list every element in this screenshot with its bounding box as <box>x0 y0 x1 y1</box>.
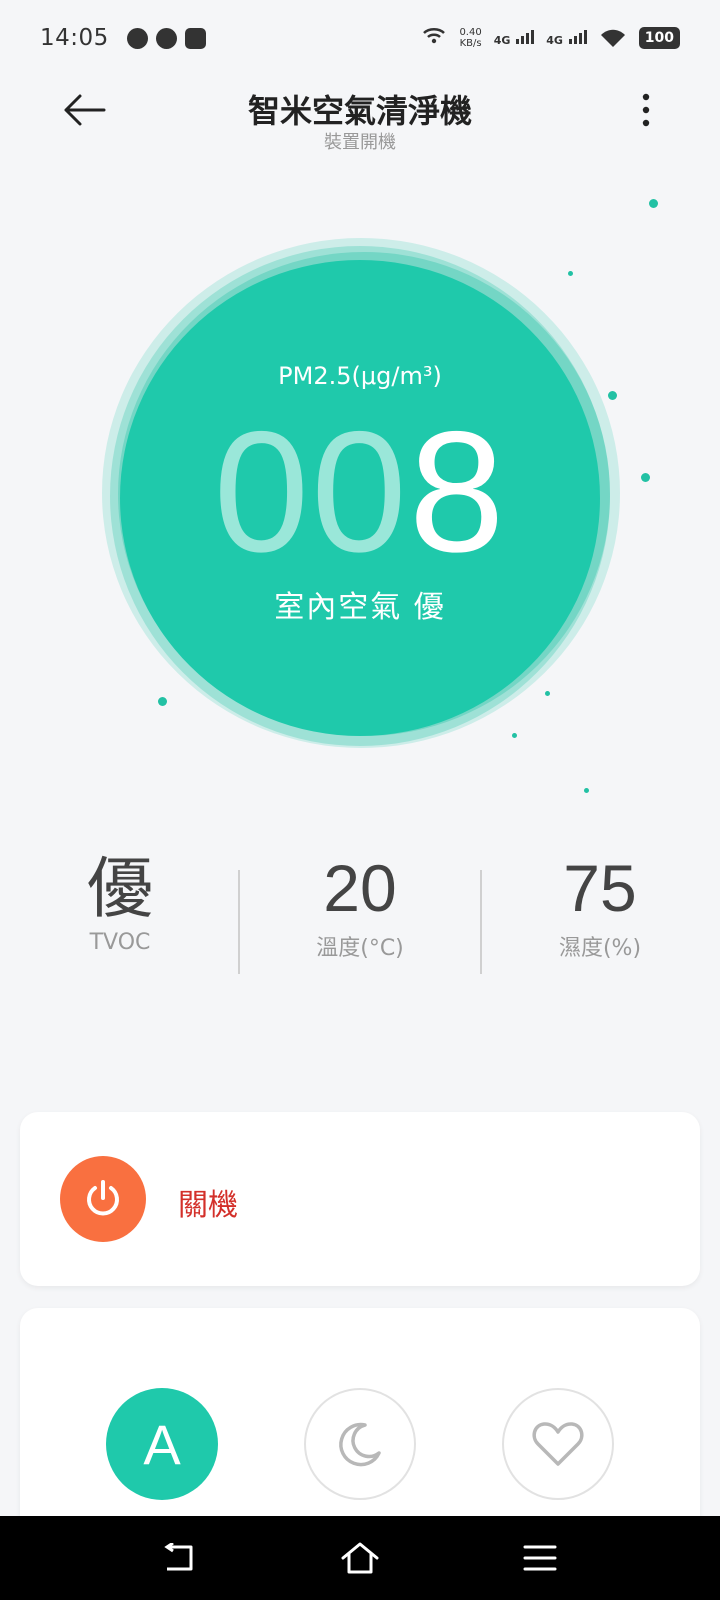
heart-icon <box>532 1422 584 1466</box>
battery-indicator: 100 <box>638 27 680 49</box>
stat-humidity: 75 濕度(%) <box>480 848 720 978</box>
nav-home-button[interactable] <box>332 1530 388 1586</box>
particle-dot <box>545 691 550 696</box>
favorite-mode-button[interactable] <box>502 1388 614 1500</box>
air-quality-label: 室內空氣 優 <box>274 590 446 625</box>
stat-divider <box>238 870 240 974</box>
speedometer-icon <box>126 27 148 49</box>
stat-value: 20 <box>323 851 397 925</box>
power-button[interactable] <box>60 1156 146 1242</box>
auto-mode-button[interactable]: A <box>106 1388 218 1500</box>
auto-mode-label: A <box>143 1412 181 1476</box>
wifi-icon <box>600 29 625 47</box>
mode-card: A <box>20 1308 700 1548</box>
signal-sim1: 4G <box>494 29 535 47</box>
device-status-subtitle: 裝置開機 <box>324 132 396 153</box>
stat-temperature: 20 溫度(°C) <box>240 848 480 978</box>
particle-dot <box>158 697 167 706</box>
nav-back-button[interactable] <box>152 1530 208 1586</box>
stat-label: 溫度(°C) <box>316 936 404 961</box>
status-system-icons: 0.40 KB/s 4G 4G 100 <box>421 27 680 49</box>
status-notification-icons <box>126 27 206 49</box>
more-vertical-icon <box>642 93 650 127</box>
power-icon <box>87 1180 119 1216</box>
pm25-significant-digits: 8 <box>408 396 507 588</box>
signal-sim2: 4G <box>546 29 587 47</box>
app-header: 智米空氣清淨機 裝置開機 <box>0 76 720 166</box>
sensor-stats: 優 TVOC 20 溫度(°C) 75 濕度(%) <box>0 848 720 978</box>
stat-value: 75 <box>563 851 637 925</box>
network-speed: 0.40 KB/s <box>459 27 482 49</box>
menu-icon <box>523 1545 557 1571</box>
store-bag-icon <box>184 27 206 49</box>
particle-dot <box>512 733 517 738</box>
moon-icon <box>339 1422 381 1467</box>
power-card[interactable]: 關機 <box>20 1112 700 1286</box>
sleep-mode-button[interactable] <box>304 1388 416 1500</box>
signal-bars-icon <box>568 29 587 44</box>
signal-bars-icon <box>516 29 535 44</box>
air-quality-display: PM2.5(μg/m³) 008 室內空氣 優 <box>0 190 720 810</box>
system-nav-bar <box>0 1516 720 1600</box>
pm25-leading-zeros: 00 <box>213 396 409 588</box>
nav-menu-button[interactable] <box>512 1530 568 1586</box>
stat-label: 濕度(%) <box>558 936 642 961</box>
status-bar: 14:05 0.40 KB/s 4G 4G 100 <box>0 0 720 76</box>
particle-dot <box>641 473 650 482</box>
stat-divider <box>480 870 482 974</box>
chat-bubble-icon <box>155 27 177 49</box>
particle-dot <box>608 391 617 400</box>
pm25-value: 008 <box>0 406 720 578</box>
particle-dot <box>568 271 573 276</box>
page-title: 智米空氣清淨機 <box>247 92 472 130</box>
pm25-label: PM2.5(μg/m³) <box>278 362 442 390</box>
back-return-icon <box>164 1543 193 1571</box>
stat-value: 優 <box>87 851 153 925</box>
more-options-button[interactable] <box>626 82 666 138</box>
stat-label: TVOC <box>89 930 151 955</box>
power-off-label[interactable]: 關機 <box>178 1180 238 1224</box>
home-icon <box>341 1542 379 1574</box>
particle-dot <box>584 788 589 793</box>
status-time: 14:05 <box>40 25 109 51</box>
stat-tvoc: 優 TVOC <box>0 848 240 978</box>
particle-dot <box>649 199 658 208</box>
wifi-calling-icon <box>423 28 446 44</box>
